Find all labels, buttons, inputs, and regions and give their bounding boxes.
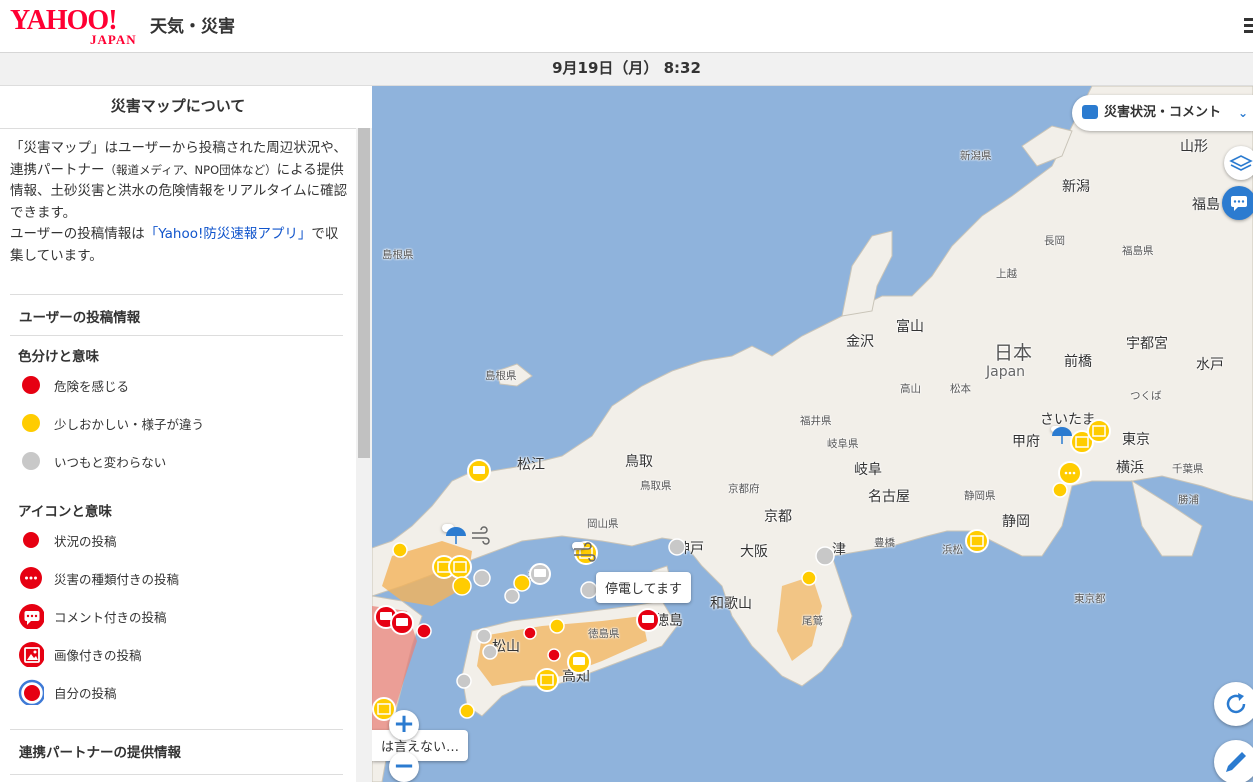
desc-text-3: ユーザーの投稿情報は bbox=[10, 226, 145, 242]
legend-item-own-post: 自分の投稿 bbox=[18, 679, 338, 705]
legend-label: 災害の種類付きの投稿 bbox=[54, 572, 180, 587]
post-status-button[interactable] bbox=[1214, 740, 1253, 782]
legend-label: コメント付きの投稿 bbox=[54, 610, 167, 625]
map-marker-grey bbox=[476, 628, 492, 644]
pen-icon bbox=[1226, 752, 1246, 772]
app-link[interactable]: 「Yahoo!防災速報アプリ」 bbox=[145, 226, 312, 242]
logo-sub-text: JAPAN bbox=[90, 32, 137, 47]
post-comment-button[interactable] bbox=[1222, 186, 1253, 220]
legend-label: 少しおかしい・様子が違う bbox=[54, 417, 205, 432]
chevron-down-icon: ⌄ bbox=[1238, 106, 1249, 120]
map-markers-layer bbox=[372, 419, 1111, 721]
filter-label: 災害状況・コメント bbox=[1104, 105, 1222, 120]
map-marker-yellow-ellipsis bbox=[1058, 461, 1082, 485]
sidebar-title: 災害マップについて bbox=[0, 86, 356, 129]
comment-bubble-outage[interactable]: 停電してます bbox=[596, 572, 691, 603]
layers-button[interactable] bbox=[1224, 146, 1253, 180]
legend-item-normal: いつもと変わらない bbox=[18, 448, 338, 474]
user-posts-section-heading[interactable]: ユーザーの投稿情報 bbox=[10, 294, 343, 336]
refresh-icon bbox=[1226, 693, 1246, 714]
site-header: YAHOO! JAPAN 天気・災害 bbox=[0, 0, 1253, 53]
hamburger-menu-icon[interactable] bbox=[1244, 18, 1253, 34]
map-marker-yellow-image bbox=[965, 529, 989, 553]
map-marker-red-comment bbox=[390, 611, 414, 635]
icon-meaning-heading: アイコンと意味 bbox=[18, 504, 112, 520]
speech-bubble-icon bbox=[1082, 105, 1098, 119]
date-time-bar: 9月19日（月） 8:32 bbox=[0, 53, 1253, 86]
sidebar-description: 「災害マップ」はユーザーから投稿された周辺状況や、連携パートナー（報道メディア、… bbox=[10, 138, 350, 267]
own-post-icon bbox=[18, 679, 44, 705]
map-marker-grey bbox=[504, 588, 520, 604]
weather-icon-bubble[interactable] bbox=[442, 524, 490, 545]
desc-text-small: （報道メディア、NPO団体など） bbox=[104, 162, 277, 177]
map-marker-yellow-image bbox=[535, 668, 559, 692]
weather-icon-bubble-2[interactable] bbox=[1051, 426, 1072, 444]
legend-label: 危険を感じる bbox=[54, 379, 130, 394]
map-marker-yellow bbox=[801, 570, 817, 586]
grey-dot-icon bbox=[22, 452, 40, 470]
legend-label: 状況の投稿 bbox=[54, 534, 117, 549]
service-name[interactable]: 天気・災害 bbox=[150, 12, 235, 37]
image-icon bbox=[19, 642, 44, 667]
umbrella-icon bbox=[1052, 427, 1072, 444]
map-marker-grey bbox=[815, 546, 835, 566]
map-marker-red bbox=[547, 648, 561, 662]
wind-icon bbox=[574, 542, 596, 562]
refresh-button[interactable] bbox=[1214, 682, 1253, 726]
map-marker-grey bbox=[668, 538, 686, 556]
legend-label: 自分の投稿 bbox=[54, 686, 117, 701]
map-marker-yellow-image bbox=[1087, 419, 1111, 443]
post-filter-dropdown[interactable]: 災害状況・コメント ⌄ bbox=[1072, 95, 1253, 131]
map-marker-yellow bbox=[549, 618, 565, 634]
legend-item-comment-post: コメント付きの投稿 bbox=[18, 603, 338, 629]
wind-icon-bubble[interactable] bbox=[572, 542, 596, 562]
color-meaning-heading: 色分けと意味 bbox=[18, 349, 99, 365]
umbrella-wind-icon bbox=[446, 526, 490, 545]
comment-bubble-partial[interactable]: は言えない… bbox=[372, 730, 469, 761]
map-marker-yellow bbox=[1052, 482, 1068, 498]
legend-item-strange: 少しおかしい・様子が違う bbox=[18, 410, 338, 436]
legend-item-danger: 危険を感じる bbox=[18, 372, 338, 398]
legend-item-type-post: 災害の種類付きの投稿 bbox=[18, 565, 338, 591]
sidebar: 災害マップについて 「災害マップ」はユーザーから投稿された周辺状況や、連携パート… bbox=[0, 86, 372, 782]
map-marker-yellow bbox=[513, 574, 531, 592]
comment-icon bbox=[1231, 196, 1247, 211]
yellow-dot-icon bbox=[22, 414, 40, 432]
map-marker-grey bbox=[482, 644, 498, 660]
map-marker-yellow bbox=[452, 576, 472, 596]
yahoo-japan-logo[interactable]: YAHOO! JAPAN bbox=[10, 6, 150, 48]
comment-icon bbox=[19, 604, 44, 629]
zoom-out-button[interactable]: − bbox=[389, 752, 419, 782]
legend-label: 画像付きの投稿 bbox=[54, 648, 142, 663]
map-marker-yellow bbox=[392, 542, 408, 558]
dot-icon bbox=[23, 532, 39, 548]
legend-item-image-post: 画像付きの投稿 bbox=[18, 641, 338, 667]
map-marker-grey-comment bbox=[529, 563, 551, 585]
map-marker-red-comment bbox=[636, 608, 660, 632]
map-marker-red bbox=[523, 626, 537, 640]
scrollbar-thumb[interactable] bbox=[358, 128, 370, 458]
map-marker-yellow bbox=[459, 703, 475, 719]
ellipsis-icon bbox=[20, 567, 42, 589]
partner-section-heading[interactable]: 連携パートナーの提供情報 bbox=[10, 729, 343, 775]
map-marker-grey bbox=[580, 581, 598, 599]
legend-item-status-post: 状況の投稿 bbox=[18, 527, 338, 553]
map-marker-yellow-image bbox=[448, 555, 472, 579]
zoom-in-button[interactable]: + bbox=[389, 710, 419, 740]
map-marker-grey bbox=[473, 569, 491, 587]
map-marker-yellow-comment bbox=[567, 650, 591, 674]
map-marker-yellow-comment bbox=[467, 459, 491, 483]
sidebar-scrollbar[interactable] bbox=[356, 128, 372, 782]
layers-icon bbox=[1229, 155, 1253, 171]
legend-label: いつもと変わらない bbox=[54, 455, 167, 470]
map-marker-grey bbox=[456, 673, 472, 689]
disaster-map[interactable]: 島根県 島根県 新潟県 新潟 山形 福島 福島県 長岡 上越 富山 金沢 日本 … bbox=[372, 86, 1253, 782]
red-dot-icon bbox=[22, 376, 40, 394]
map-marker-red bbox=[416, 623, 432, 639]
